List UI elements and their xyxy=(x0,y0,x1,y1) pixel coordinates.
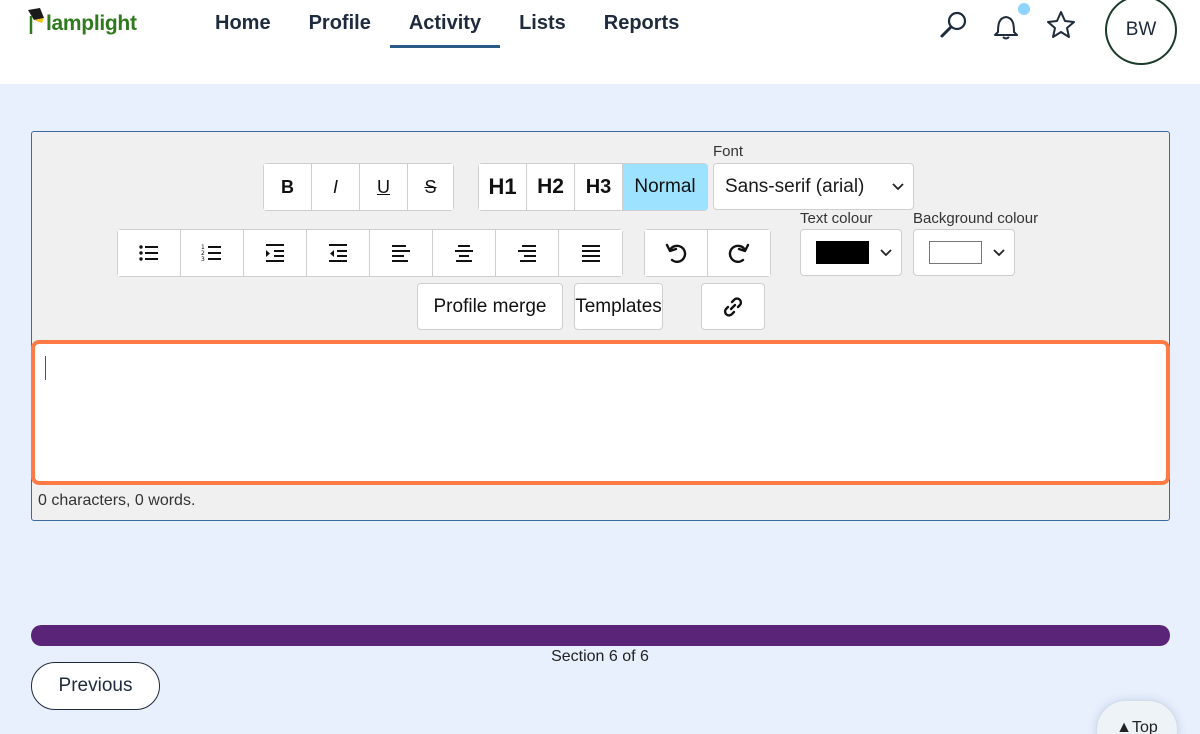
strikethrough-button[interactable]: S xyxy=(408,164,453,210)
normal-button[interactable]: Normal xyxy=(623,164,707,210)
search-icon[interactable] xyxy=(937,8,971,42)
rich-text-editor: B I U S H1 H2 H3 Normal Font Sans-serif … xyxy=(31,131,1170,521)
section-progress-fill xyxy=(31,625,1170,646)
bullet-list-icon[interactable] xyxy=(118,230,181,276)
italic-button[interactable]: I xyxy=(312,164,360,210)
previous-button[interactable]: Previous xyxy=(31,662,160,710)
undo-icon[interactable] xyxy=(645,230,708,276)
user-avatar[interactable]: BW xyxy=(1105,0,1177,65)
link-icon xyxy=(723,296,743,317)
heading-group: H1 H2 H3 Normal xyxy=(478,163,708,211)
redo-icon[interactable] xyxy=(708,230,770,276)
outdent-icon[interactable] xyxy=(307,230,370,276)
h3-button[interactable]: H3 xyxy=(575,164,623,210)
svg-text:3: 3 xyxy=(201,256,205,263)
chevron-down-icon xyxy=(993,248,1005,256)
section-indicator: Section 6 of 6 xyxy=(551,648,649,665)
h2-button[interactable]: H2 xyxy=(527,164,575,210)
lamp-logo-icon xyxy=(28,8,44,34)
character-counter: 0 characters, 0 words. xyxy=(38,492,196,509)
nav-activity[interactable]: Activity xyxy=(389,0,501,48)
background-colour-select[interactable] xyxy=(913,229,1015,276)
background-colour-swatch xyxy=(929,241,982,264)
text-caret xyxy=(45,356,46,380)
templates-button[interactable]: Templates xyxy=(574,283,663,330)
chevron-down-icon xyxy=(892,182,904,190)
nav-profile[interactable]: Profile xyxy=(290,0,390,48)
align-center-icon[interactable] xyxy=(433,230,496,276)
align-left-icon[interactable] xyxy=(370,230,433,276)
logo-text: lamplight xyxy=(46,12,137,35)
text-style-group: B I U S xyxy=(263,163,454,211)
indent-icon[interactable] xyxy=(244,230,307,276)
nav-lists[interactable]: Lists xyxy=(500,0,585,48)
back-to-top-button[interactable]: ▲Top xyxy=(1096,700,1178,734)
font-select[interactable]: Sans-serif (arial) xyxy=(713,163,914,210)
numbered-list-icon[interactable]: 123 xyxy=(181,230,244,276)
link-button[interactable] xyxy=(701,283,765,330)
text-colour-select[interactable] xyxy=(800,229,902,276)
h1-button[interactable]: H1 xyxy=(479,164,527,210)
history-group xyxy=(644,229,771,277)
text-colour-label: Text colour xyxy=(800,210,873,227)
section-progress-bar xyxy=(31,625,1170,646)
font-select-value: Sans-serif (arial) xyxy=(725,175,865,197)
lamplight-logo[interactable]: lamplight xyxy=(26,6,137,36)
profile-merge-button[interactable]: Profile merge xyxy=(417,283,563,330)
notification-dot xyxy=(1018,3,1030,15)
top-header: lamplight Home Profile Activity Lists Re… xyxy=(0,0,1200,84)
align-right-icon[interactable] xyxy=(496,230,559,276)
main-nav: Home Profile Activity Lists Reports xyxy=(196,0,698,50)
bold-button[interactable]: B xyxy=(264,164,312,210)
nav-reports[interactable]: Reports xyxy=(585,0,699,48)
editor-textarea[interactable] xyxy=(31,340,1170,485)
star-icon[interactable] xyxy=(1044,8,1078,42)
justify-icon[interactable] xyxy=(559,230,622,276)
font-label: Font xyxy=(713,143,744,160)
nav-home[interactable]: Home xyxy=(196,0,290,48)
text-colour-swatch xyxy=(816,241,869,264)
underline-button[interactable]: U xyxy=(360,164,408,210)
bell-icon[interactable] xyxy=(989,8,1023,42)
list-align-group: 123 xyxy=(117,229,623,277)
background-colour-label: Background colour xyxy=(913,210,1039,227)
chevron-down-icon xyxy=(880,248,892,256)
